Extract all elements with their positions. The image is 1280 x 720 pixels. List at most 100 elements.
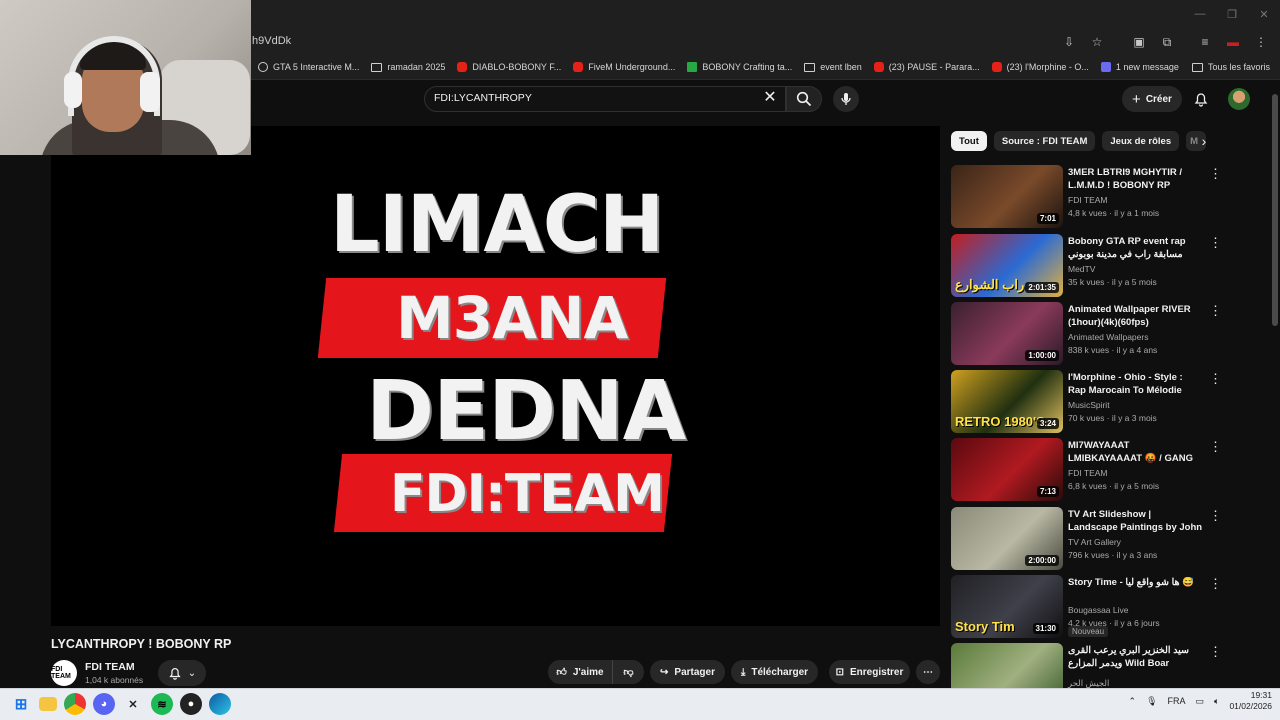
close-icon[interactable]: ✕ xyxy=(1248,0,1280,28)
menu-dots-icon[interactable]: ⋮ xyxy=(1250,32,1272,52)
recommendation-item[interactable]: 7:01 3MER LBTRI9 MGHYTIR / L.M.M.D ! BOBO… xyxy=(951,165,1222,229)
art-line-4: FDI:TEAM xyxy=(390,464,665,524)
bookmark-item[interactable]: GTA 5 Interactive M... xyxy=(258,58,359,76)
chevron-right-icon[interactable]: › xyxy=(1196,133,1212,149)
recommendation-item[interactable]: 1:00:00 Animated Wallpaper RIVER (1hour)(… xyxy=(951,302,1222,366)
video-duration: 7:13 xyxy=(1036,486,1059,497)
more-actions-button[interactable]: ⋯ xyxy=(916,660,940,684)
plus-icon: + xyxy=(1132,90,1141,108)
bookmark-item[interactable]: event lben xyxy=(804,58,862,76)
chip-source[interactable]: Source : FDI TEAM xyxy=(993,131,1096,151)
recommendation-channel[interactable]: Animated Wallpapers xyxy=(1068,332,1148,342)
video-thumbnail[interactable]: 2:00:00 xyxy=(951,507,1063,570)
profile-flag-icon[interactable]: ▬ xyxy=(1222,32,1244,52)
microphone-icon[interactable]: 🎙︎ xyxy=(1146,696,1157,707)
star-icon[interactable]: ☆ xyxy=(1086,32,1108,52)
recommendation-title[interactable]: MI7WAYAAAT LMIBKAYAAAAT 🤬 / GANG ... xyxy=(1068,440,1203,466)
bookmark-item[interactable]: DIABLO-BOBONY F... xyxy=(457,58,561,76)
video-thumbnail[interactable]: RETRO 1980'S 3:24 xyxy=(951,370,1063,433)
recommendation-item[interactable]: 2:00:00 TV Art Slideshow | Landscape Pain… xyxy=(951,507,1222,571)
minimize-icon[interactable]: — xyxy=(1184,0,1216,28)
bookmark-item[interactable]: 1 new message xyxy=(1100,58,1179,76)
recommendation-title[interactable]: TV Art Slideshow | Landscape Paintings b… xyxy=(1068,509,1203,535)
channel-avatar[interactable]: FDI TEAM xyxy=(51,660,77,686)
video-thumbnail[interactable]: Story Tim 31:30 xyxy=(951,575,1063,638)
maximize-icon[interactable]: ❐ xyxy=(1216,0,1248,28)
recommendation-channel[interactable]: MedTV xyxy=(1068,264,1095,274)
recommendation-item[interactable]: راب الشوارع 2:01:35 Bobony GTA RP event ra… xyxy=(951,234,1222,298)
x-app-icon[interactable]: ✕ xyxy=(122,693,144,715)
clock-time: 19:31 xyxy=(1250,690,1272,700)
bookmark-item[interactable]: (23) l'Morphine - O... xyxy=(991,58,1089,76)
download-button[interactable]: ⤓ Télécharger xyxy=(731,660,818,684)
bookmark-item[interactable]: (23) PAUSE - Parara... xyxy=(873,58,980,76)
video-thumbnail[interactable]: 7:13 xyxy=(951,438,1063,501)
channel-name[interactable]: FDI TEAM xyxy=(85,661,135,673)
spotify-icon[interactable]: ≋ xyxy=(151,693,173,715)
recommendation-channel[interactable]: Bougassaa Live xyxy=(1068,605,1129,615)
video-thumbnail[interactable]: راب الشوارع 2:01:35 xyxy=(951,234,1063,297)
more-options-icon[interactable]: ⋮ xyxy=(1209,372,1222,388)
recommendation-item[interactable]: Story Tim 31:30 Story Time - ها شو واقع لي… xyxy=(951,575,1222,639)
dislike-button[interactable]: 👎︎ xyxy=(612,660,644,684)
chevron-up-icon[interactable]: ⌃ xyxy=(1129,696,1137,707)
install-icon[interactable]: ⇩ xyxy=(1058,32,1080,52)
search-button[interactable] xyxy=(786,86,822,112)
share-button[interactable]: ↪ Partager xyxy=(650,660,725,684)
chip-roleplay[interactable]: Jeux de rôles xyxy=(1102,131,1180,151)
tab-search-icon[interactable]: ▣ xyxy=(1128,32,1150,52)
more-options-icon[interactable]: ⋮ xyxy=(1209,440,1222,456)
like-button[interactable]: 👍︎ J'aime xyxy=(548,660,612,684)
file-explorer-icon[interactable] xyxy=(39,697,57,711)
recommendation-channel[interactable]: FDI TEAM xyxy=(1068,195,1108,205)
network-icon[interactable]: ▭ xyxy=(1196,696,1205,707)
clear-search-icon[interactable]: ✕ xyxy=(762,90,778,106)
discord-icon[interactable]: ◕ xyxy=(93,693,115,715)
recommendation-title[interactable]: سيد الخنزير البري يرعب القرى ويدمر المزا… xyxy=(1068,645,1203,671)
chrome-icon[interactable] xyxy=(64,693,86,715)
youtube-icon xyxy=(873,62,884,72)
more-options-icon[interactable]: ⋮ xyxy=(1209,167,1222,183)
more-options-icon[interactable]: ⋮ xyxy=(1209,577,1222,593)
all-bookmarks[interactable]: Tous les favoris xyxy=(1191,58,1270,76)
recommendation-channel[interactable]: MusicSpirit xyxy=(1068,400,1110,410)
volume-icon[interactable]: 🔈︎ xyxy=(1214,696,1219,707)
recommendation-item[interactable]: 7:13 MI7WAYAAAT LMIBKAYAAAAT 🤬 / GANG ...… xyxy=(951,438,1222,502)
windows-start-icon[interactable]: ⊞ xyxy=(10,693,32,715)
youtube-icon xyxy=(573,62,584,72)
bookmark-item[interactable]: BOBONY Crafting ta... xyxy=(687,58,792,76)
recommendation-title[interactable]: Bobony GTA RP event rap مسابقة راب في مد… xyxy=(1068,236,1203,261)
obs-icon[interactable]: ● xyxy=(180,693,202,715)
edge-icon[interactable] xyxy=(209,693,231,715)
recommendation-channel[interactable]: TV Art Gallery xyxy=(1068,537,1121,547)
language-indicator[interactable]: FRA xyxy=(1168,696,1186,706)
recommendation-channel[interactable]: FDI TEAM xyxy=(1068,468,1108,478)
search-input[interactable]: FDI:LYCANTHROPY xyxy=(434,92,532,104)
window-controls: — ❐ ✕ xyxy=(1184,0,1280,28)
recommendation-title[interactable]: Animated Wallpaper RIVER (1hour)(4k)(60f… xyxy=(1068,304,1203,329)
media-icon[interactable]: ≡ xyxy=(1194,32,1216,52)
account-avatar[interactable] xyxy=(1228,88,1250,110)
video-thumbnail[interactable]: 1:00:00 xyxy=(951,302,1063,365)
notifications-button[interactable] xyxy=(1190,88,1212,110)
subscription-bell-button[interactable]: ⌄ xyxy=(158,660,206,686)
url-text[interactable]: h9VdDk xyxy=(252,35,291,47)
more-options-icon[interactable]: ⋮ xyxy=(1209,645,1222,661)
chip-all[interactable]: Tout xyxy=(951,131,987,151)
more-options-icon[interactable]: ⋮ xyxy=(1209,509,1222,525)
more-options-icon[interactable]: ⋮ xyxy=(1209,304,1222,320)
recommendation-title[interactable]: Story Time - ها شو واقع ليا 😅 xyxy=(1068,577,1203,590)
bookmark-item[interactable]: ramadan 2025 xyxy=(371,58,445,76)
voice-search-button[interactable] xyxy=(833,86,859,112)
save-button[interactable]: ⊡ Enregistrer xyxy=(829,660,910,684)
extensions-icon[interactable]: ⧉ xyxy=(1156,32,1178,52)
clock[interactable]: 19:31 01/02/2026 xyxy=(1229,690,1272,712)
scrollbar-thumb[interactable] xyxy=(1272,94,1278,326)
more-options-icon[interactable]: ⋮ xyxy=(1209,236,1222,252)
bookmark-item[interactable]: FiveM Underground... xyxy=(573,58,675,76)
create-button[interactable]: + Créer xyxy=(1122,86,1182,112)
recommendation-title[interactable]: l'Morphine - Ohio - Style : Rap Marocain… xyxy=(1068,372,1203,398)
video-thumbnail[interactable]: 7:01 xyxy=(951,165,1063,228)
recommendation-title[interactable]: 3MER LBTRI9 MGHYTIR / L.M.M.D ! BOBONY R… xyxy=(1068,167,1203,192)
recommendation-item[interactable]: RETRO 1980'S 3:24 l'Morphine - Ohio - Styl… xyxy=(951,370,1222,434)
